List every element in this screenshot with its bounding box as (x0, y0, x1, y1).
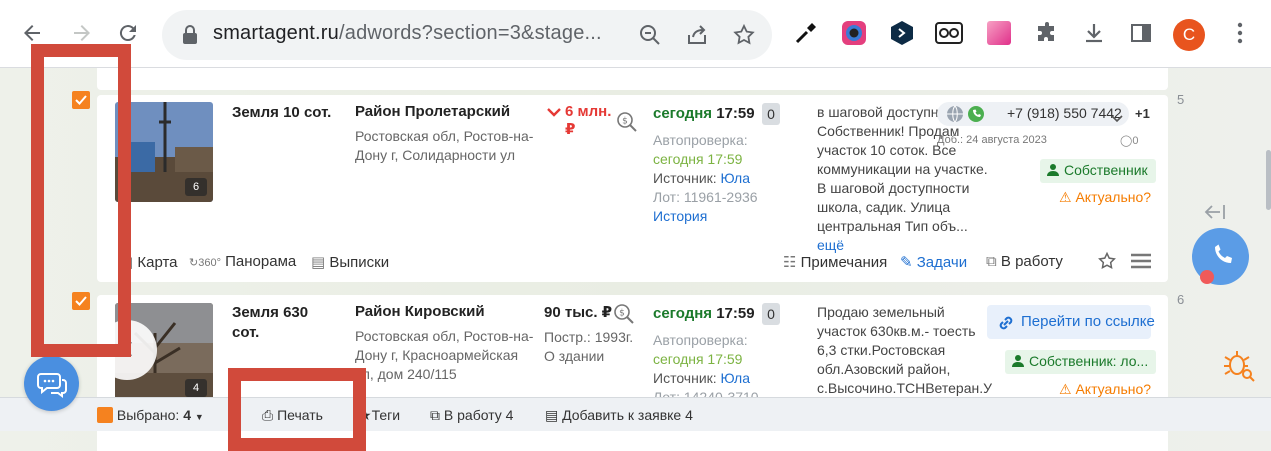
to-work-bulk-button[interactable]: ⧉ В работу 4 (430, 407, 513, 424)
row-number: 6 (1177, 292, 1185, 307)
listing-title[interactable]: Земля 630 сот. (232, 303, 332, 343)
price-analysis-icon[interactable]: $ (613, 303, 635, 330)
copy-icon: ⧉ (430, 407, 440, 423)
link-icon (997, 314, 1015, 336)
side-panel-icon[interactable] (1127, 19, 1155, 47)
photo-count: 6 (185, 178, 207, 196)
zoom-icon[interactable] (638, 23, 662, 47)
share-icon[interactable] (685, 23, 709, 47)
request-icon: ▤ (545, 407, 559, 423)
chevron-down-icon (1111, 110, 1123, 128)
person-icon (1011, 354, 1025, 371)
clipboard-icon: ☷ (783, 254, 797, 271)
browser-toolbar: smartagent.ru/adwords?section=3&stage...… (0, 0, 1271, 68)
extracts-action[interactable]: ▤ Выписки (311, 253, 389, 271)
address-bar[interactable]: smartagent.ru/adwords?section=3&stage... (162, 10, 772, 60)
document-icon: ▤ (311, 254, 326, 271)
photo-count: 4 (185, 379, 207, 397)
listings-page: 6 Земля 10 сот. Район Пролетарский Росто… (0, 68, 1271, 451)
listing-district: Район Кировский (355, 303, 485, 320)
notes-action[interactable]: ☷ Примечания (783, 253, 887, 271)
listing-date: сегодня 17:59 (653, 105, 755, 122)
url-text: smartagent.ru/adwords?section=3&stage... (213, 22, 602, 44)
listing-price: 6 млн. ₽ (565, 103, 612, 138)
profile-avatar[interactable]: C (1173, 19, 1205, 51)
about-building[interactable]: О здании (544, 347, 604, 366)
svg-text:$: $ (622, 117, 628, 127)
listing-card-previous (97, 68, 1168, 90)
source-link[interactable]: Юла (721, 370, 750, 386)
actual-status[interactable]: ⚠ Актуально? (1059, 381, 1151, 398)
selected-checkbox[interactable] (97, 407, 113, 423)
listing-address: Ростовская обл, Ростов-на-Дону г, Красно… (355, 328, 534, 382)
add-to-request-button[interactable]: ▤ Добавить к заявке 4 (545, 407, 693, 424)
phone-dropdown[interactable]: +7 (918) 550 7442 (937, 102, 1129, 126)
comments-count: ◯0 (1120, 135, 1139, 147)
warning-icon: ⚠ (1059, 189, 1072, 205)
edit-icon: ✎ (900, 254, 913, 271)
listing-meta: Автопроверка: сегодня 17:59 Источник: Юл… (653, 332, 759, 405)
puzzle-extensions-icon[interactable] (1033, 19, 1061, 47)
notification-dot (1200, 270, 1214, 284)
listing-card: 6 Земля 10 сот. Район Пролетарский Росто… (97, 95, 1168, 282)
hexagon-extension-icon[interactable] (888, 19, 916, 47)
price-analysis-icon[interactable]: $ (616, 111, 638, 138)
scrollbar-thumb[interactable] (1266, 150, 1271, 210)
panorama-360-icon: ↻360° (189, 257, 221, 269)
favorite-star-icon[interactable] (1097, 251, 1117, 276)
views-count-badge: 0 (762, 103, 780, 125)
open-link-button[interactable]: Перейти по ссылке (987, 305, 1155, 339)
hamburger-menu-icon[interactable] (1131, 253, 1151, 274)
highlight-print-button (228, 368, 366, 451)
selected-dropdown[interactable]: Выбрано: 4 ▼ (97, 407, 204, 423)
history-link[interactable]: История (653, 207, 813, 226)
source-link[interactable]: Юла (721, 170, 750, 186)
bug-report-icon[interactable] (1222, 348, 1256, 387)
download-icon[interactable] (1080, 19, 1108, 47)
bulk-actions-bar: Выбрано: 4 ▼ ⎙ Печать ★Теги ⧉ В работу 4… (0, 397, 1271, 431)
panorama-action[interactable]: ↻360° Панорама (189, 253, 296, 270)
phone-extra-count[interactable]: +1 (1135, 106, 1150, 121)
built-year: Постр.: 1993г. (544, 329, 634, 345)
menu-kebab-icon[interactable] (1226, 19, 1254, 47)
row-number: 5 (1177, 92, 1185, 107)
tasks-action[interactable]: ✎ Задачи (900, 253, 967, 271)
listing-meta: Автопроверка: сегодня 17:59 Источник: Юл… (653, 131, 813, 226)
warning-icon: ⚠ (1059, 381, 1072, 397)
highlight-checkbox-column (31, 44, 131, 357)
owl-extension-icon[interactable] (935, 19, 963, 47)
listing-address: Ростовская обл, Ростов-на-Дону г, Солида… (355, 128, 534, 163)
eye-icon: ◯ (1120, 135, 1133, 147)
eyedropper-extension-icon[interactable] (792, 19, 820, 47)
owner-tag[interactable]: Собственник: ло... (1005, 350, 1157, 374)
web-icon (946, 105, 964, 128)
to-work-action[interactable]: ⧉ В работу (986, 253, 1063, 270)
listing-district: Район Пролетарский (355, 103, 511, 120)
owner-tag[interactable]: Собственник (1040, 159, 1156, 183)
whatsapp-icon[interactable] (967, 105, 985, 128)
collapse-panel-icon[interactable] (1204, 204, 1228, 225)
listing-description: Продаю земельный участок 630кв.м.- тоест… (817, 304, 992, 396)
chat-button[interactable] (24, 356, 79, 411)
svg-text:$: $ (619, 309, 625, 319)
gradient-extension-icon[interactable] (985, 19, 1013, 47)
call-button[interactable] (1192, 228, 1249, 285)
views-count-badge: 0 (762, 303, 780, 325)
color-wheel-extension-icon[interactable] (840, 19, 868, 47)
actual-status[interactable]: ⚠ Актуально? (1059, 189, 1151, 206)
listing-price: 90 тыс. ₽ (544, 304, 613, 321)
caret-down-icon: ▼ (194, 412, 204, 422)
person-icon (1046, 163, 1060, 180)
copy-icon: ⧉ (986, 253, 997, 270)
price-down-icon (547, 105, 561, 123)
listing-date: сегодня 17:59 (653, 305, 755, 322)
phone-number[interactable]: +7 (918) 550 7442 (1007, 105, 1122, 121)
listing-title[interactable]: Земля 10 сот. (232, 103, 331, 123)
lock-icon (182, 25, 198, 50)
bookmark-star-icon[interactable] (732, 23, 756, 47)
added-date: Доб.: 24 августа 2023 (937, 134, 1047, 146)
